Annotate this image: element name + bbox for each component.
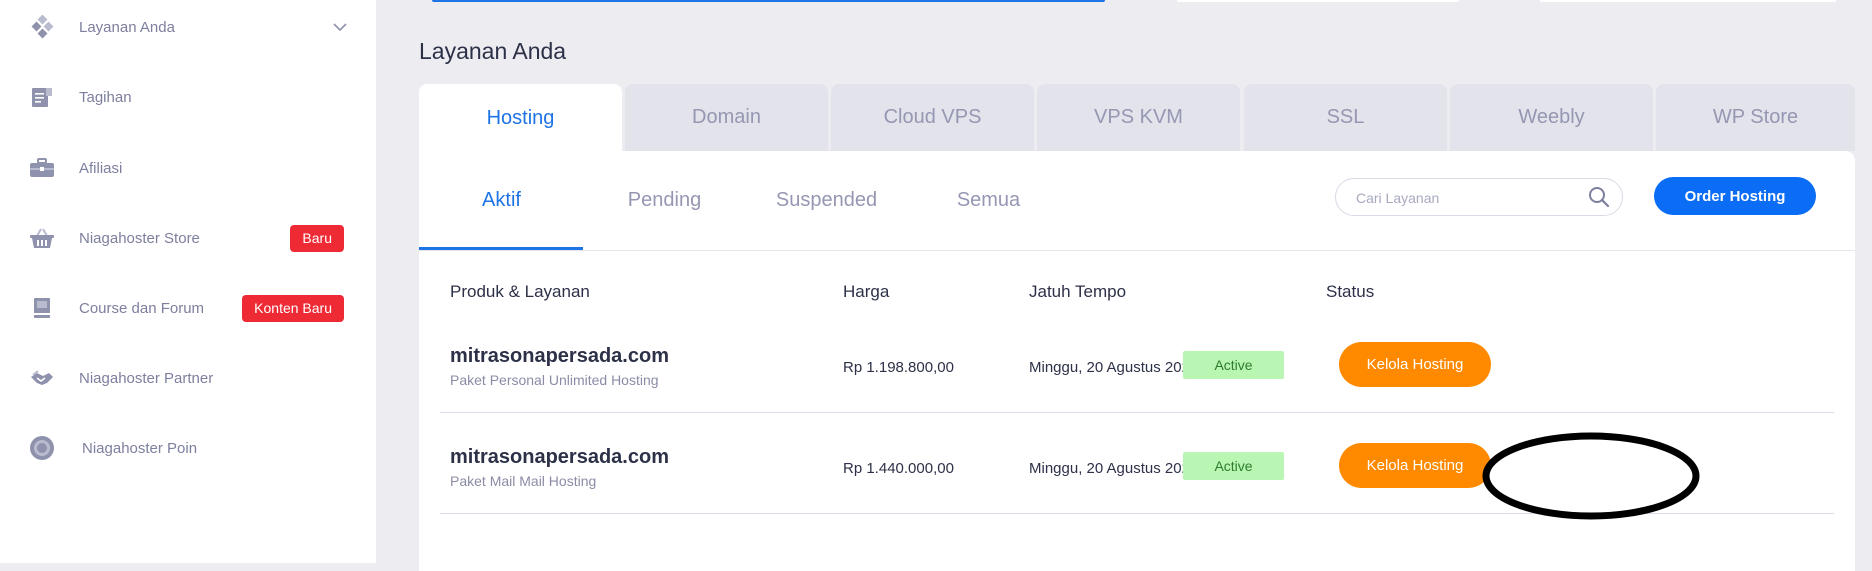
order-hosting-button[interactable]: Order Hosting bbox=[1654, 177, 1816, 215]
due-date: Minggu, 20 Agustus 2023 bbox=[1029, 359, 1199, 376]
column-header-product: Produk & Layanan bbox=[450, 282, 590, 301]
sidebar-item-label: Afiliasi bbox=[79, 159, 123, 177]
table-row: mitrasonapersada.com Paket Personal Unli… bbox=[440, 312, 1834, 413]
invoice-icon bbox=[28, 83, 56, 111]
sidebar-item-label: Tagihan bbox=[79, 88, 132, 106]
divider bbox=[419, 250, 1855, 251]
domain-name[interactable]: mitrasonapersada.com bbox=[450, 446, 669, 469]
column-header-price: Harga bbox=[843, 282, 890, 301]
sidebar-item-course-forum[interactable]: Course dan Forum Konten Baru bbox=[0, 283, 376, 333]
subtab-aktif[interactable]: Aktif bbox=[420, 151, 583, 249]
sidebar-item-label: Niagahoster Store bbox=[79, 229, 200, 247]
tab-hosting[interactable]: Hosting bbox=[419, 84, 622, 152]
page-title: Layanan Anda bbox=[419, 38, 567, 64]
tab-wp-store[interactable]: WP Store bbox=[1656, 84, 1855, 151]
sidebar-item-label: Niagahoster Poin bbox=[82, 439, 198, 457]
subtab-semua[interactable]: Semua bbox=[907, 151, 1070, 249]
sidebar-item-poin[interactable]: Niagahoster Poin bbox=[0, 423, 376, 473]
tab-vps-kvm[interactable]: VPS KVM bbox=[1037, 84, 1240, 151]
column-header-status: Status bbox=[1326, 282, 1375, 301]
sidebar-item-label: Course dan Forum bbox=[79, 299, 205, 317]
sidebar-item-partner[interactable]: Niagahoster Partner bbox=[0, 353, 376, 403]
new-content-badge: Konten Baru bbox=[242, 294, 344, 322]
sidebar-item-tagihan[interactable]: Tagihan bbox=[0, 72, 376, 122]
subtab-pending[interactable]: Pending bbox=[583, 151, 746, 249]
tab-cloud-vps[interactable]: Cloud VPS bbox=[831, 84, 1034, 151]
package-name: Paket Personal Unlimited Hosting bbox=[450, 372, 659, 388]
column-header-due-date: Jatuh Tempo bbox=[1029, 282, 1127, 301]
sidebar-item-label: Niagahoster Partner bbox=[79, 369, 214, 387]
search-box[interactable] bbox=[1335, 178, 1623, 216]
diamonds-icon bbox=[28, 13, 56, 41]
new-badge: Baru bbox=[290, 224, 344, 252]
basket-icon bbox=[28, 224, 56, 252]
briefcase-icon bbox=[28, 154, 56, 182]
hosting-panel: Aktif Pending Suspended Semua Order Host… bbox=[419, 151, 1855, 571]
table-row: mitrasonapersada.com Paket Mail Mail Hos… bbox=[440, 413, 1834, 514]
subtab-suspended[interactable]: Suspended bbox=[745, 151, 908, 249]
service-tabs: Hosting Domain Cloud VPS VPS KVM SSL Wee… bbox=[419, 84, 1855, 152]
tab-domain[interactable]: Domain bbox=[625, 84, 828, 151]
sidebar-item-label: Layanan Anda bbox=[79, 18, 175, 36]
handshake-icon bbox=[28, 364, 56, 392]
due-date: Minggu, 20 Agustus 2023 bbox=[1029, 460, 1199, 477]
top-white-strip bbox=[1540, 0, 1836, 2]
search-icon[interactable] bbox=[1588, 186, 1610, 208]
sidebar-item-afiliasi[interactable]: Afiliasi bbox=[0, 143, 376, 193]
book-icon bbox=[28, 294, 56, 322]
tab-weebly[interactable]: Weebly bbox=[1450, 84, 1653, 151]
status-badge: Active bbox=[1183, 351, 1284, 379]
price: Rp 1.198.800,00 bbox=[843, 359, 954, 376]
search-input[interactable] bbox=[1354, 187, 1588, 209]
domain-name[interactable]: mitrasonapersada.com bbox=[450, 345, 669, 368]
package-name: Paket Mail Mail Hosting bbox=[450, 473, 597, 489]
manage-hosting-button[interactable]: Kelola Hosting bbox=[1339, 342, 1491, 387]
tab-ssl[interactable]: SSL bbox=[1244, 84, 1447, 151]
coin-icon bbox=[28, 434, 56, 462]
sidebar-item-store[interactable]: Niagahoster Store Baru bbox=[0, 213, 376, 263]
top-blue-strip bbox=[432, 0, 1105, 2]
chevron-down-icon[interactable] bbox=[332, 19, 348, 35]
top-white-strip bbox=[1177, 0, 1459, 2]
sidebar: Layanan Anda Tagihan Afiliasi Niagahoste… bbox=[0, 0, 376, 563]
status-badge: Active bbox=[1183, 452, 1284, 480]
sidebar-item-layanan-anda[interactable]: Layanan Anda bbox=[0, 2, 376, 52]
row-divider bbox=[440, 513, 1834, 514]
price: Rp 1.440.000,00 bbox=[843, 460, 954, 477]
manage-hosting-button[interactable]: Kelola Hosting bbox=[1339, 443, 1491, 488]
